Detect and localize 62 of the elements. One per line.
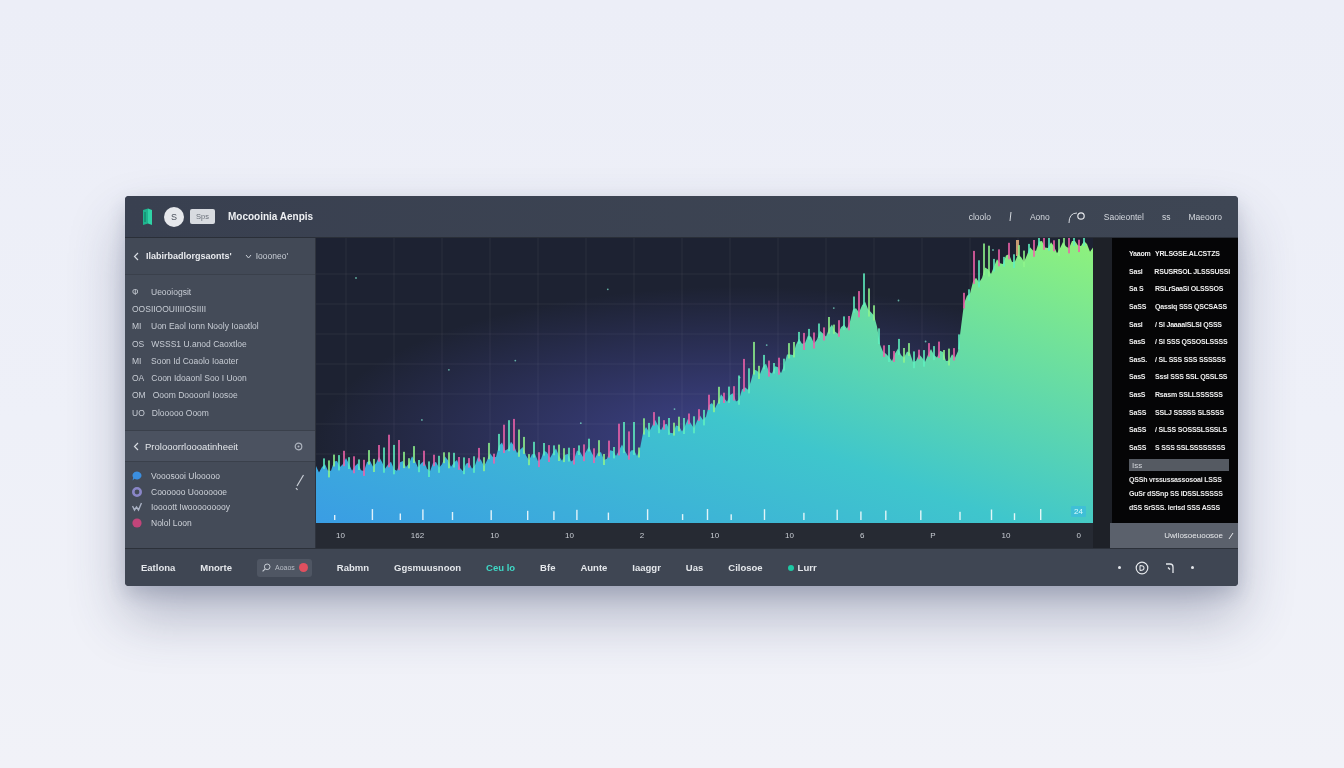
axis-label: 10	[336, 531, 345, 540]
tab[interactable]: Cilosoe	[728, 562, 763, 573]
chevron-down-icon	[244, 253, 252, 259]
sidebar-item[interactable]: OS WSSS1 U.anod Caoxtloe	[132, 334, 315, 353]
sidebar-item[interactable]: MI Soon Id Coaolo Ioaoter	[132, 352, 315, 370]
ring-icon[interactable]	[294, 441, 303, 451]
tab[interactable]: Aunte	[580, 562, 608, 573]
line-icon	[1008, 211, 1012, 222]
axis-label: 10	[785, 531, 794, 540]
nav-link[interactable]: Aono	[1029, 211, 1050, 222]
chevron-left-icon	[133, 441, 139, 451]
axis-label: 10	[565, 531, 574, 540]
tab[interactable]: Ceu lo	[486, 562, 516, 573]
tab[interactable]: Ggsmuusnoon	[394, 562, 462, 573]
nav-link[interactable]: Saoieontel	[1103, 211, 1144, 222]
book-icon	[142, 207, 153, 226]
nav-link[interactable]: cloolo	[968, 211, 991, 222]
axis-label: 10	[490, 531, 500, 540]
filter-dropdown[interactable]: Ioooneo'	[238, 251, 288, 261]
search-icon	[262, 563, 271, 572]
tab[interactable]: Iaaggr	[632, 562, 661, 573]
circle-icon[interactable]	[1067, 209, 1086, 224]
value-tag: 24	[1071, 506, 1086, 517]
sidebar-item[interactable]: MI Uon Eaol Ionn Nooly Ioaotlol	[132, 317, 315, 335]
panel-title: Ilabirbadlorgsaonts'	[146, 251, 232, 261]
sidebar-item[interactable]: UO Dlooooo Ooom	[132, 404, 315, 422]
circle-icon[interactable]	[1135, 560, 1149, 575]
contact-item[interactable]: Vooosooi Ulooooo	[132, 468, 295, 484]
letter-badge: S	[164, 206, 184, 227]
contact-item[interactable]: Coooooo Uooooooe	[132, 483, 295, 500]
nav-link[interactable]: ss	[1161, 211, 1171, 222]
app-title: Mocooinia Aenpis	[227, 211, 314, 222]
tab[interactable]: Uas	[685, 562, 704, 573]
tab[interactable]: Eatlona	[141, 562, 176, 573]
slash-icon	[1228, 531, 1234, 540]
sidebar-item[interactable]: Ф Ueooiogsit	[132, 283, 315, 301]
slash-icon[interactable]	[295, 474, 305, 493]
axis-label: 10	[1001, 531, 1011, 540]
tab[interactable]: Rabmn	[336, 562, 370, 573]
axis-label: 10	[710, 531, 720, 540]
tab[interactable]: Mnorte	[200, 562, 232, 573]
sidebar-item[interactable]: OOSIIOOUIIIIOSIIII	[132, 300, 315, 318]
chevron-left-icon[interactable]	[133, 251, 139, 261]
panel-button[interactable]: Uwllosoeuoosoe	[1110, 523, 1238, 548]
contact-item[interactable]: Ioooott Iwooooooooy	[132, 499, 295, 515]
status-tab[interactable]: Lurr	[787, 562, 817, 573]
dot-icon[interactable]	[1191, 566, 1194, 569]
input-field[interactable]: Iss	[1129, 459, 1229, 472]
section-header[interactable]: Prolooorrloooatinheeit	[125, 430, 315, 463]
contact-item[interactable]: Nolol Loon	[132, 514, 295, 531]
hook-icon[interactable]	[1163, 560, 1177, 575]
sidebar-item[interactable]: OA Coon Idoaonl Soo I Uoon	[132, 369, 315, 387]
tab[interactable]: Bfe	[540, 562, 556, 573]
dot-icon[interactable]	[1118, 566, 1121, 569]
nav-link[interactable]: Maeooro	[1188, 211, 1222, 222]
section-title: Prolooorrloooatinheeit	[145, 440, 239, 452]
axis-label: 6	[859, 531, 865, 540]
axis-label: 2	[639, 531, 645, 540]
axis-label: P	[930, 531, 936, 540]
sidebar-item[interactable]: OM Ooom Doooonl Ioosoe	[132, 386, 315, 405]
axis-label: 162	[410, 531, 425, 540]
axis-label: 0	[1076, 531, 1081, 540]
